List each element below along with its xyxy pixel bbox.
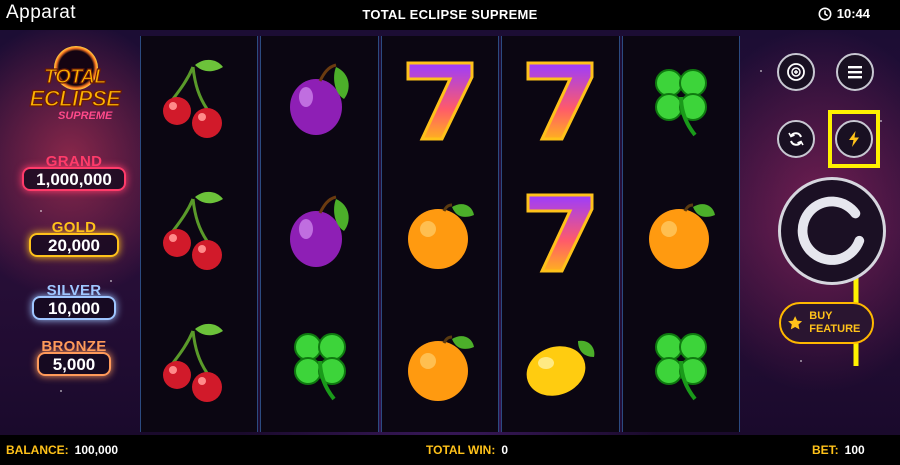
reel-symbol-cherry [141,36,257,164]
buy-feature-label: BUY FEATURE [809,310,861,335]
cherry-icon [163,191,224,270]
autoplay-button[interactable] [777,120,815,158]
cherry-icon [163,323,224,402]
menu-icon [848,66,862,79]
chip-icon [787,63,805,81]
balance-display: BALANCE: 100,000 [6,443,118,457]
reel-symbol-plum [261,36,377,164]
star-icon [788,316,803,330]
top-bar: Apparat TOTAL ECLIPSE SUPREME 10:44 [0,0,900,30]
total-win-label: TOTAL WIN: [426,443,496,457]
bet-label: BET: [812,443,839,457]
jackpot-value: 1,000,000 [22,167,126,191]
autoplay-icon [788,132,804,146]
jackpot-grand: GRAND 1,000,000 [22,153,126,191]
reel-symbol-seven [502,36,618,164]
total-win-display: TOTAL WIN: 0 [426,443,508,457]
bet-display: BET: 100 [812,443,865,457]
reel-1 [140,36,259,432]
orange-icon [408,203,475,269]
reel-symbol-orange [382,168,498,296]
total-win-value: 0 [501,443,509,457]
reel-3 [380,36,500,432]
balance-label: BALANCE: [6,443,69,457]
game-logo: TOTAL ECLIPSE SUPREME [22,46,128,130]
reel-symbol-cherry [141,168,257,296]
reel-symbol-orange [623,168,739,296]
jackpot-silver: SILVER 10,000 [22,282,126,320]
bet-value: 100 [844,443,865,457]
reel-5 [621,36,741,432]
reel-symbol-cherry [141,300,257,428]
clock-time: 10:44 [836,6,870,21]
seven-icon [526,193,594,273]
reel-symbol-clover [623,36,739,164]
jackpot-value: 10,000 [32,296,116,320]
spin-icon [797,196,865,265]
clock-icon [818,7,832,20]
orange-icon [408,335,475,401]
reel-grid [140,36,741,432]
annotation-highlight-box [828,110,880,168]
jackpot-value: 20,000 [29,233,119,257]
lemon-icon [527,340,595,396]
buy-feature-button[interactable]: BUY FEATURE [779,302,874,344]
reel-symbol-lemon [502,300,618,428]
spin-button[interactable] [778,177,886,285]
reel-symbol-orange [382,300,498,428]
reel-symbol-seven [502,168,618,296]
reel-2 [260,36,379,432]
game-title: TOTAL ECLIPSE SUPREME [362,7,538,22]
reel-symbol-plum [261,168,377,296]
chip-button[interactable] [777,53,815,91]
jackpot-value: 5,000 [37,352,111,376]
balance-value: 100,000 [74,443,119,457]
seven-icon [526,61,594,141]
orange-icon [648,203,715,269]
seven-icon [406,61,474,141]
plum-icon [289,63,349,135]
plum-icon [289,195,349,267]
bottom-bar: BALANCE: 100,000 TOTAL WIN: 0 BET: 100 [0,435,900,465]
cherry-icon [163,59,224,138]
logo-line-2: ECLIPSE [29,85,121,111]
menu-button[interactable] [836,53,874,91]
clock: 10:44 [818,6,870,21]
reel-4 [501,36,620,432]
clover-icon [654,333,707,401]
reel-symbol-clover [261,300,377,428]
clover-icon [293,333,346,401]
reel-symbol-seven [382,36,498,164]
jackpot-name: BRONZE [41,338,107,355]
logo-line-3: SUPREME [58,110,113,122]
jackpot-gold: GOLD 20,000 [22,219,126,257]
reel-symbol-clover [623,300,739,428]
jackpot-bronze: BRONZE 5,000 [22,338,126,376]
clover-icon [654,69,707,137]
